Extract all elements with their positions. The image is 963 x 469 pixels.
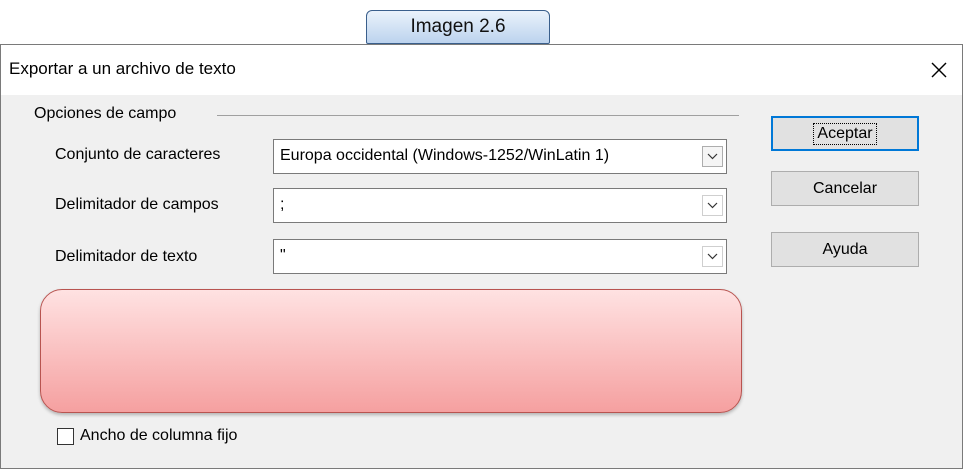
fixed-width-checkbox[interactable] (57, 427, 74, 445)
text-delimiter-combo[interactable]: " (273, 239, 727, 274)
text-delimiter-value: " (280, 247, 286, 264)
chevron-down-icon (707, 253, 718, 260)
field-options-group-label: Opciones de campo (34, 105, 177, 122)
chevron-down-icon (707, 202, 718, 209)
accept-button[interactable]: Aceptar (771, 116, 919, 151)
field-delimiter-dropdown-button[interactable] (702, 195, 723, 216)
field-delimiter-value: ; (280, 196, 285, 213)
cancel-button[interactable]: Cancelar (771, 171, 919, 206)
caption-text: Imagen 2.6 (410, 16, 506, 37)
charset-label: Conjunto de caracteres (55, 146, 221, 163)
text-delimiter-label: Delimitador de texto (55, 248, 198, 265)
close-button[interactable] (920, 51, 958, 89)
fixed-width-checkbox-row[interactable]: Ancho de columna fijo (57, 427, 237, 445)
chevron-down-icon (707, 153, 718, 160)
fixed-width-label: Ancho de columna fijo (80, 427, 238, 444)
charset-select[interactable]: Europa occidental (Windows-1252/WinLatin… (273, 139, 727, 174)
group-divider (217, 115, 739, 116)
field-delimiter-combo[interactable]: ; (273, 188, 727, 223)
help-button-label: Ayuda (822, 240, 868, 258)
caption-tag: Imagen 2.6 (366, 10, 550, 44)
accept-button-label: Aceptar (813, 122, 877, 145)
close-icon (931, 62, 947, 78)
cancel-button-label: Cancelar (812, 179, 878, 197)
charset-dropdown-button[interactable] (702, 146, 723, 167)
highlight-overlay-box (40, 289, 742, 413)
field-delimiter-label: Delimitador de campos (55, 196, 219, 213)
title-bar: Exportar a un archivo de texto (1, 45, 962, 95)
dialog-title: Exportar a un archivo de texto (9, 59, 236, 78)
export-dialog: Exportar a un archivo de texto Opciones … (0, 44, 963, 469)
text-delimiter-dropdown-button[interactable] (702, 246, 723, 267)
screen: Imagen 2.6 Exportar a un archivo de text… (0, 0, 963, 469)
help-button[interactable]: Ayuda (771, 232, 919, 267)
charset-value: Europa occidental (Windows-1252/WinLatin… (280, 147, 610, 164)
